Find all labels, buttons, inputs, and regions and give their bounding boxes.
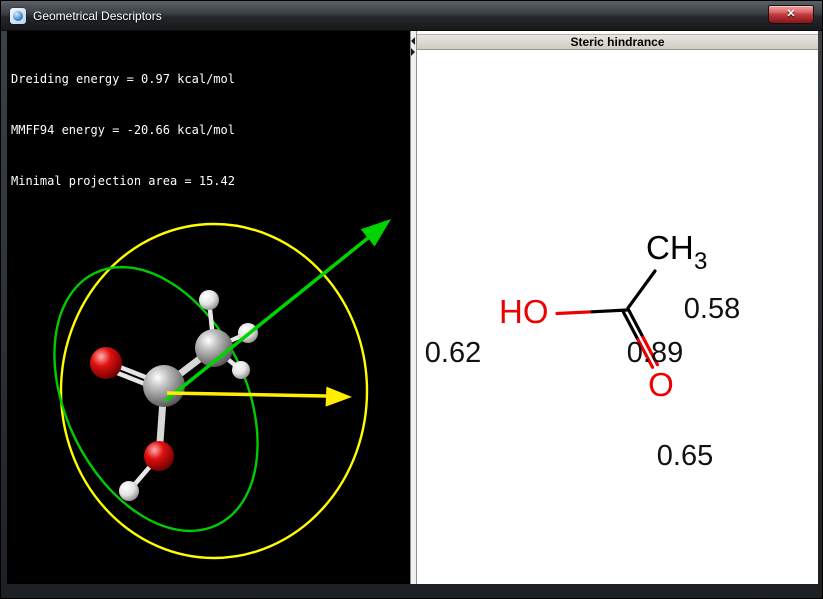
atom-hydrogen <box>232 361 250 379</box>
close-icon: ✕ <box>786 9 795 20</box>
descriptor-text-area[interactable]: Dreiding energy = 0.97 kcal/mol MMFF94 e… <box>7 31 410 189</box>
splitter-collapse-left-icon[interactable] <box>411 37 415 45</box>
atom-hydrogen <box>119 481 139 501</box>
descriptor-line: Dreiding energy = 0.97 kcal/mol <box>11 71 410 88</box>
steric-value-carbonyl-oxygen: 0.65 <box>657 440 713 472</box>
steric-panel: Steric hindrance CH 3 <box>417 31 818 584</box>
splitter[interactable] <box>410 31 417 584</box>
hydroxyl-label: HO <box>499 293 549 330</box>
app-icon-sphere <box>13 11 23 21</box>
steric-value-carbonyl-carbon: 0.89 <box>627 337 683 369</box>
window-content: Dreiding energy = 0.97 kcal/mol MMFF94 e… <box>7 31 818 584</box>
atom-oxygen-hydroxyl <box>144 441 174 471</box>
methyl-subscript: 3 <box>694 248 707 275</box>
steric-value-hydroxyl: 0.62 <box>425 337 481 369</box>
left-panel: Dreiding energy = 0.97 kcal/mol MMFF94 e… <box>7 31 410 584</box>
descriptor-line: Minimal projection area = 15.42 <box>11 173 410 189</box>
steric-value-methyl: 0.58 <box>684 293 740 325</box>
atom-oxygen-carbonyl <box>90 347 122 379</box>
close-button[interactable]: ✕ <box>768 5 814 24</box>
splitter-expand-right-icon[interactable] <box>411 48 415 56</box>
structure-background <box>417 50 818 580</box>
molecule-3d-view[interactable] <box>7 189 410 584</box>
carbonyl-oxygen-label: O <box>648 366 674 403</box>
atom-hydrogen <box>199 290 219 310</box>
steric-header: Steric hindrance <box>417 34 818 50</box>
app-icon <box>10 8 26 24</box>
window-title: Geometrical Descriptors <box>33 9 162 23</box>
window-geometrical-descriptors: Geometrical Descriptors ✕ Dreiding energ… <box>0 0 823 599</box>
structure-2d-view: CH 3 HO O 0.58 0.62 0.89 0.65 <box>417 50 818 580</box>
viewport-background <box>7 189 410 584</box>
titlebar[interactable]: Geometrical Descriptors ✕ <box>1 1 822 31</box>
atom-carbon-central <box>143 365 185 407</box>
descriptor-line: MMFF94 energy = -20.66 kcal/mol <box>11 122 410 139</box>
methyl-label: CH <box>646 229 694 266</box>
